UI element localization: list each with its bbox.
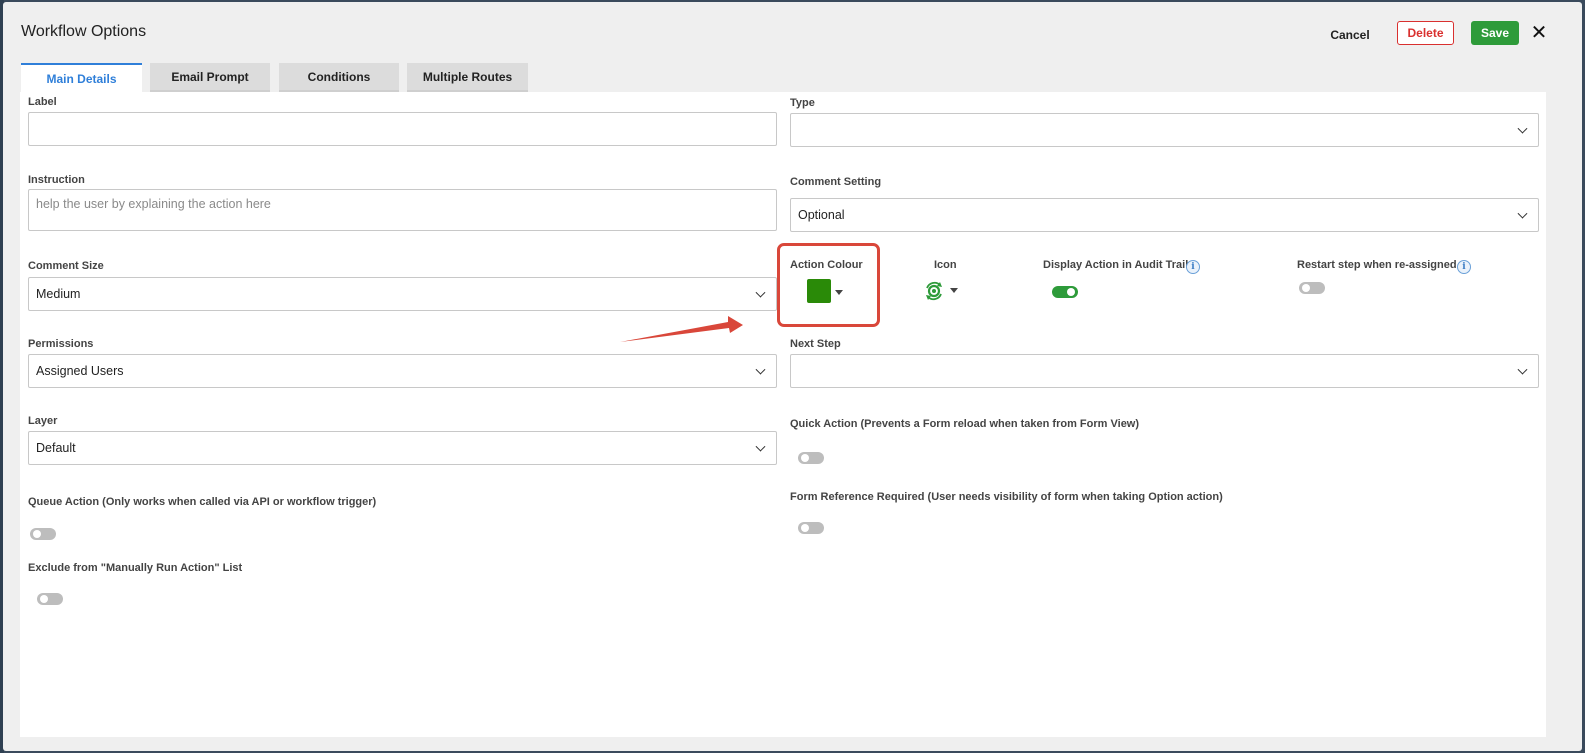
label-field-label: Label xyxy=(28,96,57,108)
tab-email-prompt[interactable]: Email Prompt xyxy=(150,63,270,92)
delete-button[interactable]: Delete xyxy=(1397,21,1454,45)
queue-action-toggle[interactable] xyxy=(30,528,56,540)
form-reference-toggle[interactable] xyxy=(798,522,824,534)
restart-step-label: Restart step when re-assigned xyxy=(1297,259,1457,271)
tab-label: Main Details xyxy=(46,71,117,86)
next-step-label: Next Step xyxy=(790,338,841,350)
cancel-button[interactable]: Cancel xyxy=(1321,23,1379,47)
label-input[interactable] xyxy=(28,112,777,146)
exclude-manual-label: Exclude from "Manually Run Action" List xyxy=(28,562,243,574)
permissions-select[interactable]: Assigned Users xyxy=(28,354,777,388)
layer-select[interactable]: Default xyxy=(28,431,777,465)
dialog-title: Workflow Options xyxy=(21,23,147,40)
comment-setting-select[interactable]: Optional xyxy=(790,198,1539,232)
layer-value: Default xyxy=(36,441,76,455)
refresh-gear-icon[interactable] xyxy=(924,281,944,301)
tab-main-details[interactable]: Main Details xyxy=(21,63,142,92)
info-icon[interactable]: i xyxy=(1457,260,1471,274)
tab-multiple-routes[interactable]: Multiple Routes xyxy=(407,63,528,92)
comment-setting-value: Optional xyxy=(798,208,845,222)
layer-label: Layer xyxy=(28,415,58,427)
exclude-manual-toggle[interactable] xyxy=(37,593,63,605)
quick-action-label: Quick Action (Prevents a Form reload whe… xyxy=(790,418,1140,430)
tab-label: Conditions xyxy=(307,69,371,84)
chevron-down-icon xyxy=(755,287,766,298)
instruction-textarea[interactable]: help the user by explaining the action h… xyxy=(28,189,777,231)
save-button[interactable]: Save xyxy=(1471,21,1519,45)
chevron-down-icon xyxy=(1517,123,1528,134)
type-label: Type xyxy=(790,97,815,109)
info-icon[interactable]: i xyxy=(1186,260,1200,274)
restart-step-toggle[interactable] xyxy=(1299,282,1325,294)
display-audit-label: Display Action in Audit Trail xyxy=(1043,259,1189,271)
chevron-down-icon xyxy=(1517,208,1528,219)
instruction-field-label: Instruction xyxy=(28,174,85,186)
chevron-down-icon xyxy=(1517,364,1528,375)
display-audit-toggle[interactable] xyxy=(1052,286,1078,298)
tab-label: Email Prompt xyxy=(171,69,249,84)
icon-label: Icon xyxy=(934,259,957,271)
type-select[interactable] xyxy=(790,113,1539,147)
tab-label: Multiple Routes xyxy=(422,69,513,84)
next-step-select[interactable] xyxy=(790,354,1539,388)
close-icon[interactable]: ✕ xyxy=(1529,20,1549,44)
caret-down-icon[interactable] xyxy=(950,288,958,293)
quick-action-toggle[interactable] xyxy=(798,452,824,464)
chevron-down-icon xyxy=(755,364,766,375)
comment-setting-label: Comment Setting xyxy=(790,176,882,188)
workflow-options-dialog: Workflow Options Cancel Delete Save ✕ Ma… xyxy=(3,2,1582,751)
comment-size-label: Comment Size xyxy=(28,260,104,272)
permissions-value: Assigned Users xyxy=(36,364,124,378)
chevron-down-icon xyxy=(755,441,766,452)
tab-conditions[interactable]: Conditions xyxy=(279,63,399,92)
main-details-panel: Label Instruction help the user by expla… xyxy=(20,92,1546,737)
annotation-highlight-box xyxy=(777,243,880,327)
form-reference-label: Form Reference Required (User needs visi… xyxy=(790,491,1223,503)
comment-size-value: Medium xyxy=(36,287,81,301)
permissions-label: Permissions xyxy=(28,338,94,350)
queue-action-label: Queue Action (Only works when called via… xyxy=(28,496,377,508)
comment-size-select[interactable]: Medium xyxy=(28,277,777,311)
